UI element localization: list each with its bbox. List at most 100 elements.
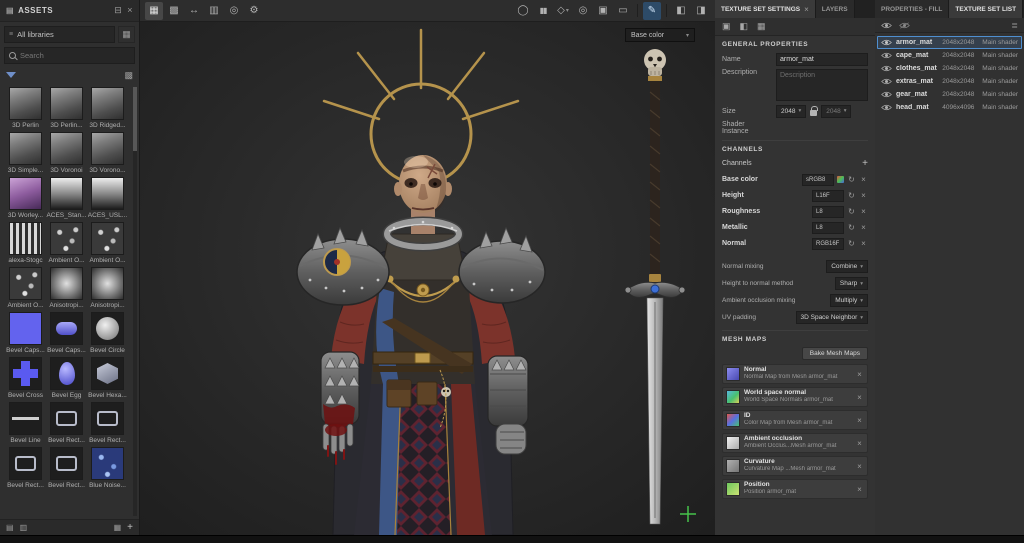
viewport-settings-icon[interactable]: ⚙ <box>245 2 263 20</box>
asset-item[interactable]: Bevel Hexa... <box>87 357 128 399</box>
asset-item[interactable]: Bevel Egg <box>46 357 87 399</box>
camera-icon[interactable]: ▣ <box>594 2 612 20</box>
texture-set-row[interactable]: head_mat 4096x4096 Main shader <box>877 101 1022 114</box>
falloff-icon[interactable]: ◎ <box>574 2 592 20</box>
clear-mesh-map-icon[interactable]: × <box>855 370 864 379</box>
panel-left-toggle-icon[interactable]: ◧ <box>672 2 690 20</box>
eye-icon[interactable] <box>881 52 892 59</box>
viewport-channel-dropdown[interactable]: Base color ▾ <box>625 28 695 42</box>
channel-format-dropdown[interactable]: L8 <box>812 205 844 218</box>
asset-item[interactable]: Blue Noise... <box>87 447 128 489</box>
tile-mode-icon[interactable]: ▥ <box>205 2 223 20</box>
clear-mesh-map-icon[interactable]: × <box>855 393 864 402</box>
reset-channel-icon[interactable]: ↻ <box>847 175 856 184</box>
uv-padding-dropdown[interactable]: 3D Space Neighbor ▾ <box>795 311 868 324</box>
eye-icon[interactable] <box>881 78 892 85</box>
mesh-map-row[interactable]: Ambient occlusion Ambient Occlus...Mesh a… <box>722 433 868 453</box>
library-dropdown[interactable]: ≡ All libraries <box>4 26 115 43</box>
eye-icon[interactable] <box>881 65 892 72</box>
size-dropdown-locked[interactable]: 2048 ▾ <box>821 104 852 118</box>
asset-item[interactable]: 3D Voronoi <box>46 132 87 174</box>
clear-mesh-map-icon[interactable]: × <box>855 485 864 494</box>
dock-panel-icon[interactable]: ⊟ <box>114 5 122 16</box>
tab-layers[interactable]: LAYERS <box>815 0 855 18</box>
asset-item[interactable]: ACES_USL... <box>87 177 128 219</box>
asset-item[interactable]: 3D Perlin... <box>46 87 87 129</box>
eye-icon[interactable] <box>881 39 892 46</box>
normal-mixing-dropdown[interactable]: Combine ▾ <box>826 260 868 273</box>
pixel-grid-icon[interactable]: ▩ <box>165 2 183 20</box>
texture-set-row[interactable]: clothes_mat 2048x2048 Main shader <box>877 62 1022 75</box>
texture-set-row[interactable]: armor_mat 2048x2048 Main shader <box>877 36 1022 49</box>
asset-item[interactable]: Ambient O... <box>46 222 87 264</box>
asset-item[interactable]: Bevel Caps... <box>46 312 87 354</box>
asset-item[interactable]: Bevel Circle <box>87 312 128 354</box>
asset-item[interactable]: Anisotropi... <box>46 267 87 309</box>
selection-shape-icon[interactable]: ◇ ▾ <box>554 2 572 20</box>
shelf-grid-icon[interactable]: ▦ <box>114 523 122 532</box>
mesh-map-row[interactable]: Curvature Curvature Map ...Mesh armor_mat… <box>722 456 868 476</box>
description-field[interactable]: Description <box>776 69 868 101</box>
import-resources-button[interactable]: + <box>127 522 133 533</box>
mesh-map-row[interactable]: Normal Normal Map from Mesh armor_mat × <box>722 364 868 384</box>
list-options-icon[interactable]: ≣ <box>1011 21 1018 30</box>
show-all-icon[interactable] <box>881 22 892 29</box>
search-input[interactable] <box>20 51 130 60</box>
tab-texture-set-list[interactable]: TEXTURE SET LIST <box>949 0 1024 18</box>
clear-mesh-map-icon[interactable]: × <box>855 439 864 448</box>
reset-channel-icon[interactable]: ↻ <box>847 223 856 232</box>
asset-item[interactable]: Anisotropi... <box>87 267 128 309</box>
close-panel-icon[interactable]: × <box>127 5 133 16</box>
delete-channel-icon[interactable]: × <box>859 239 868 248</box>
shelf-view-icon[interactable]: ▤ <box>6 523 14 532</box>
assets-scrollbar[interactable] <box>133 87 137 516</box>
mesh-map-row[interactable]: World space normal World Space Normals ar… <box>722 387 868 407</box>
asset-item[interactable]: Bevel Rect... <box>87 402 128 444</box>
shelf-list-icon[interactable]: ▥ <box>20 523 28 532</box>
delete-channel-icon[interactable]: × <box>859 175 868 184</box>
delete-channel-icon[interactable]: × <box>859 207 868 216</box>
delete-channel-icon[interactable]: × <box>859 223 868 232</box>
symmetry-icon[interactable]: ↔ <box>185 2 203 20</box>
channel-format-dropdown[interactable]: L8 <box>812 221 844 234</box>
panel-right-toggle-icon[interactable]: ◨ <box>692 2 710 20</box>
asset-item[interactable]: Bevel Cross <box>5 357 46 399</box>
close-tab-icon[interactable]: × <box>804 5 809 14</box>
material-mode-icon[interactable]: ▣ <box>722 21 731 32</box>
tab-texture-set-settings[interactable]: TEXTURE SET SETTINGS × <box>715 0 816 18</box>
mesh-map-row[interactable]: ID Color Map from Mesh armor_mat × <box>722 410 868 430</box>
asset-item[interactable]: Ambient O... <box>5 267 46 309</box>
add-channel-button[interactable]: + <box>862 158 868 169</box>
asset-item[interactable]: alexa-Stogc <box>5 222 46 264</box>
reset-channel-icon[interactable]: ↻ <box>847 191 856 200</box>
texture-set-row[interactable]: cape_mat 2048x2048 Main shader <box>877 49 1022 62</box>
uv-mode-icon[interactable]: ▦ <box>757 21 766 32</box>
name-field[interactable] <box>776 52 868 66</box>
reset-channel-icon[interactable]: ↻ <box>847 207 856 216</box>
stack-mode-icon[interactable]: ◧ <box>740 21 749 32</box>
asset-item[interactable]: Bevel Rect... <box>46 402 87 444</box>
ao-mixing-dropdown[interactable]: Multiply ▾ <box>830 294 868 307</box>
asset-item[interactable]: Bevel Caps... <box>5 312 46 354</box>
eye-icon[interactable] <box>881 91 892 98</box>
mesh-map-row[interactable]: Position Position armor_mat × <box>722 479 868 499</box>
height-to-normal-dropdown[interactable]: Sharp ▾ <box>834 277 868 290</box>
texture-set-row[interactable]: extras_mat 2048x2048 Main shader <box>877 75 1022 88</box>
asset-item[interactable]: 3D Perlin <box>5 87 46 129</box>
asset-item[interactable]: 3D Ridged... <box>87 87 128 129</box>
tab-properties-fill[interactable]: PROPERTIES - FILL <box>875 0 950 18</box>
asset-item[interactable]: 3D Worley... <box>5 177 46 219</box>
asset-item[interactable]: 3D Vorono... <box>87 132 128 174</box>
size-dropdown[interactable]: 2048 ▾ <box>776 104 807 118</box>
eye-icon[interactable] <box>881 104 892 111</box>
asset-item[interactable]: Ambient O... <box>87 222 128 264</box>
assets-scrollbar-thumb[interactable] <box>133 87 137 151</box>
delete-channel-icon[interactable]: × <box>859 191 868 200</box>
clear-mesh-map-icon[interactable]: × <box>855 416 864 425</box>
perspective-grid-icon[interactable]: ▦ <box>145 1 163 20</box>
channel-format-dropdown[interactable]: RGB16F <box>812 237 844 250</box>
filter-icon[interactable] <box>6 72 16 78</box>
pause-engine-icon[interactable]: ▮▮ <box>534 2 552 20</box>
asset-item[interactable]: Bevel Rect... <box>46 447 87 489</box>
clear-mesh-map-icon[interactable]: × <box>855 462 864 471</box>
